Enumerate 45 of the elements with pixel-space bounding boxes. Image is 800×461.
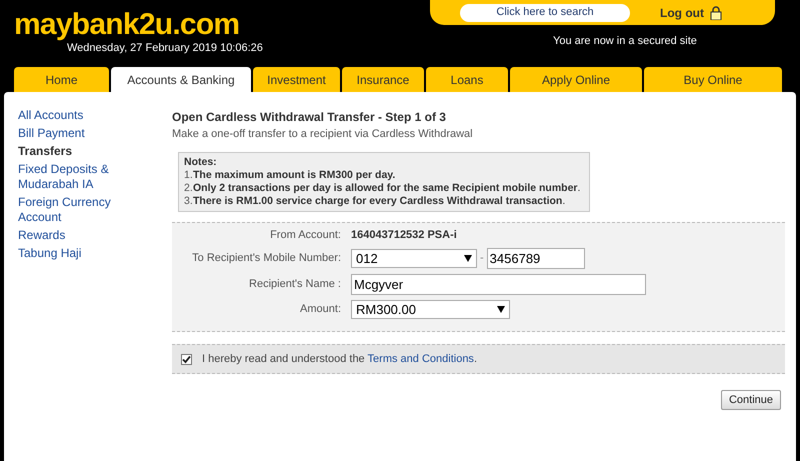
nav-tab[interactable]: Apply Online (510, 67, 642, 92)
sidebar-link[interactable]: Transfers (18, 144, 159, 159)
account-number: 164043712532 PSA-i (351, 228, 457, 242)
date-time: Wednesday, 27 February 2019 10:06:26 (67, 41, 263, 56)
sidebar-link[interactable]: All Accounts (18, 108, 159, 123)
note-number: 3. (184, 194, 193, 208)
lock-icon (710, 6, 722, 20)
sidebar-link[interactable]: Tabung Haji (18, 246, 159, 261)
note-text: There is RM1.00 service charge for every Cardless Withdrawal transaction. (193, 194, 566, 208)
continue-button[interactable]: Continue (720, 390, 781, 410)
agreement-checkbox[interactable] (181, 354, 192, 364)
note-number: 2. (184, 182, 193, 194)
prefix-dropdown[interactable]: 012 (351, 249, 477, 268)
agreement-text: I hereby read and understood the Terms and Conditions. (202, 352, 477, 367)
note-text: Only 2 transactions per day is allowed for the same Recipient mobile number. (193, 182, 580, 194)
dropdown-arrow-icon (497, 306, 505, 313)
logout-link[interactable]: Log out (660, 4, 704, 22)
sidebar-link[interactable]: Rewards (18, 228, 159, 243)
nav-tab[interactable]: Investment (253, 67, 340, 92)
sidebar-link[interactable]: Foreign Currency Account (18, 195, 159, 225)
nav-tab[interactable]: Buy Online (644, 67, 782, 92)
nav-tab[interactable]: Home (14, 67, 109, 92)
amount-dropdown[interactable]: RM300.00 (351, 300, 510, 319)
note-number: 1. (184, 168, 193, 182)
nav-tab[interactable]: Accounts & Banking (111, 67, 251, 92)
sidebar-link[interactable]: Fixed Deposits & Mudarabah IA (18, 162, 159, 192)
terms-link[interactable]: Terms and Conditions (368, 352, 474, 365)
nav-tab[interactable]: Insurance (342, 67, 424, 92)
search-field[interactable]: Click here to search (460, 4, 630, 22)
logo[interactable]: maybank2u.com (14, 10, 240, 40)
nav-tab[interactable]: Loans (426, 67, 508, 92)
notes-title: Notes: (184, 156, 218, 168)
separator: - (480, 251, 484, 266)
secured-site-note: You are now in a secured site (553, 34, 697, 49)
sidebar-link[interactable]: Bill Payment (18, 126, 159, 141)
name-field[interactable]: Mcgyver (351, 274, 646, 295)
mobile-number-field[interactable]: 3456789 (486, 248, 585, 269)
page-subtitle: Make a one-off transfer to a recipient via Cardless Withdrawal (172, 127, 474, 142)
note-text: The maximum amount is RM300 per day. (193, 168, 396, 182)
dropdown-arrow-icon (464, 255, 472, 262)
page-title: Open Cardless Withdrawal Transfer - Step 1 of 3 (172, 109, 447, 126)
field-label: From Account: (269, 228, 342, 242)
field-label: Amount: (299, 302, 342, 318)
field-label: To Recipient's Mobile Number: (191, 251, 342, 266)
field-label: Recipient's Name : (248, 277, 342, 292)
